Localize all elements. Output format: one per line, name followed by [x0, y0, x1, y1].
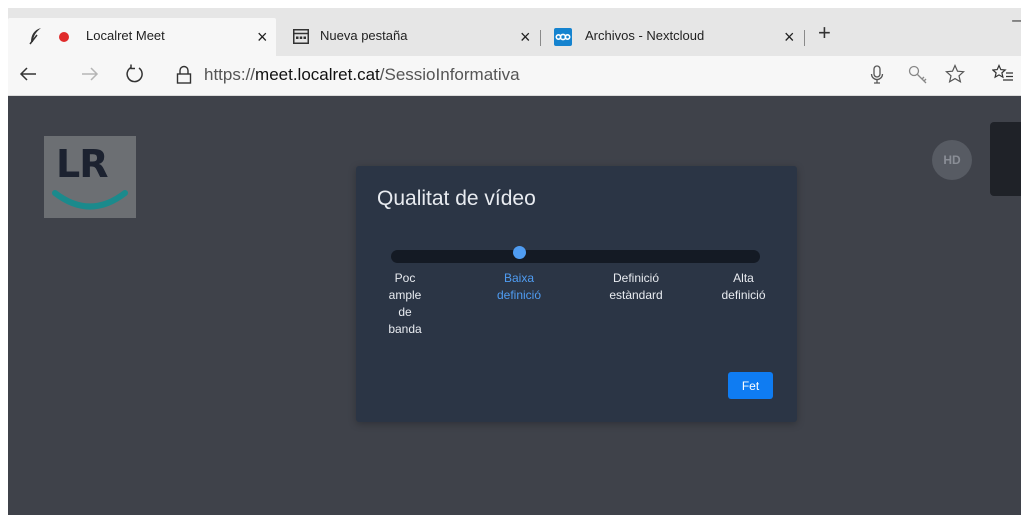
tab-localret-meet[interactable]: Localret Meet × [8, 18, 276, 56]
option-label-line: ample [388, 288, 422, 302]
url-host: meet.localret.cat [255, 65, 380, 84]
tab-nueva-pestana[interactable]: Nueva pestaña × [276, 18, 544, 56]
quality-slider-track[interactable] [391, 250, 760, 263]
option-label-line: estàndard [609, 288, 663, 302]
option-label-line: Poc [394, 271, 416, 285]
close-tab-icon[interactable]: × [520, 28, 531, 46]
quality-option-high-definition[interactable]: Alta definició [711, 270, 776, 304]
favorite-star-icon[interactable] [944, 64, 966, 88]
localret-logo: LR [44, 136, 136, 218]
option-label-line: definició [721, 288, 766, 302]
forward-icon[interactable] [80, 64, 100, 88]
option-label-line: Definició [612, 271, 660, 285]
recording-dot-icon [59, 32, 69, 42]
feather-icon [28, 27, 44, 48]
microphone-icon[interactable] [870, 65, 884, 89]
quality-slider-thumb[interactable] [513, 246, 526, 259]
tab-title: Nueva pestaña [320, 28, 408, 43]
logo-letters: LR [56, 142, 108, 186]
address-bar[interactable]: https://meet.localret.cat/SessioInformat… [204, 65, 520, 85]
tab-separator [540, 30, 541, 46]
lock-icon[interactable] [176, 65, 192, 89]
logo-smile-icon [52, 190, 128, 210]
browser-toolbar: https://meet.localret.cat/SessioInformat… [8, 56, 1021, 96]
meeting-page: LR HD Qualitat de vídeo Poc ample de ban… [8, 96, 1021, 515]
tab-title: Localret Meet [86, 28, 165, 43]
video-quality-dialog: Qualitat de vídeo Poc ample de banda Bai… [356, 166, 797, 422]
refresh-icon[interactable] [124, 63, 146, 89]
video-quality-badge[interactable]: HD [932, 140, 972, 180]
new-tab-button[interactable]: + [818, 22, 831, 44]
option-label-line: de [398, 305, 412, 319]
url-path: /SessioInformativa [379, 65, 520, 84]
tab-strip: Localret Meet × Nueva pestaña × Archivos… [8, 8, 1021, 56]
close-tab-icon[interactable]: × [257, 28, 268, 46]
minimize-button[interactable]: – [1012, 12, 1021, 30]
nextcloud-icon [554, 28, 572, 46]
quality-option-standard-definition[interactable]: Definició estàndard [596, 270, 676, 304]
option-label-line: Alta [733, 271, 754, 285]
tab-separator [804, 30, 805, 46]
quality-option-low-definition[interactable]: Baixa definició [484, 270, 554, 304]
option-label-line: Baixa [503, 271, 535, 285]
back-icon[interactable] [18, 64, 38, 88]
option-label-line: banda [388, 322, 422, 336]
tab-archivos-nextcloud[interactable]: Archivos - Nextcloud × [548, 18, 810, 56]
close-tab-icon[interactable]: × [784, 28, 795, 46]
dialog-title: Qualitat de vídeo [377, 187, 536, 210]
quality-option-low-bandwidth[interactable]: Poc ample de banda [380, 270, 430, 338]
done-button[interactable]: Fet [728, 372, 773, 399]
new-tab-page-icon [293, 29, 309, 47]
tab-title: Archivos - Nextcloud [585, 28, 705, 43]
side-toolbar[interactable] [990, 122, 1021, 196]
key-icon[interactable] [908, 65, 928, 89]
favorites-list-icon[interactable] [991, 64, 1014, 88]
option-label-line: definició [496, 288, 542, 302]
url-protocol: https:// [204, 65, 256, 84]
